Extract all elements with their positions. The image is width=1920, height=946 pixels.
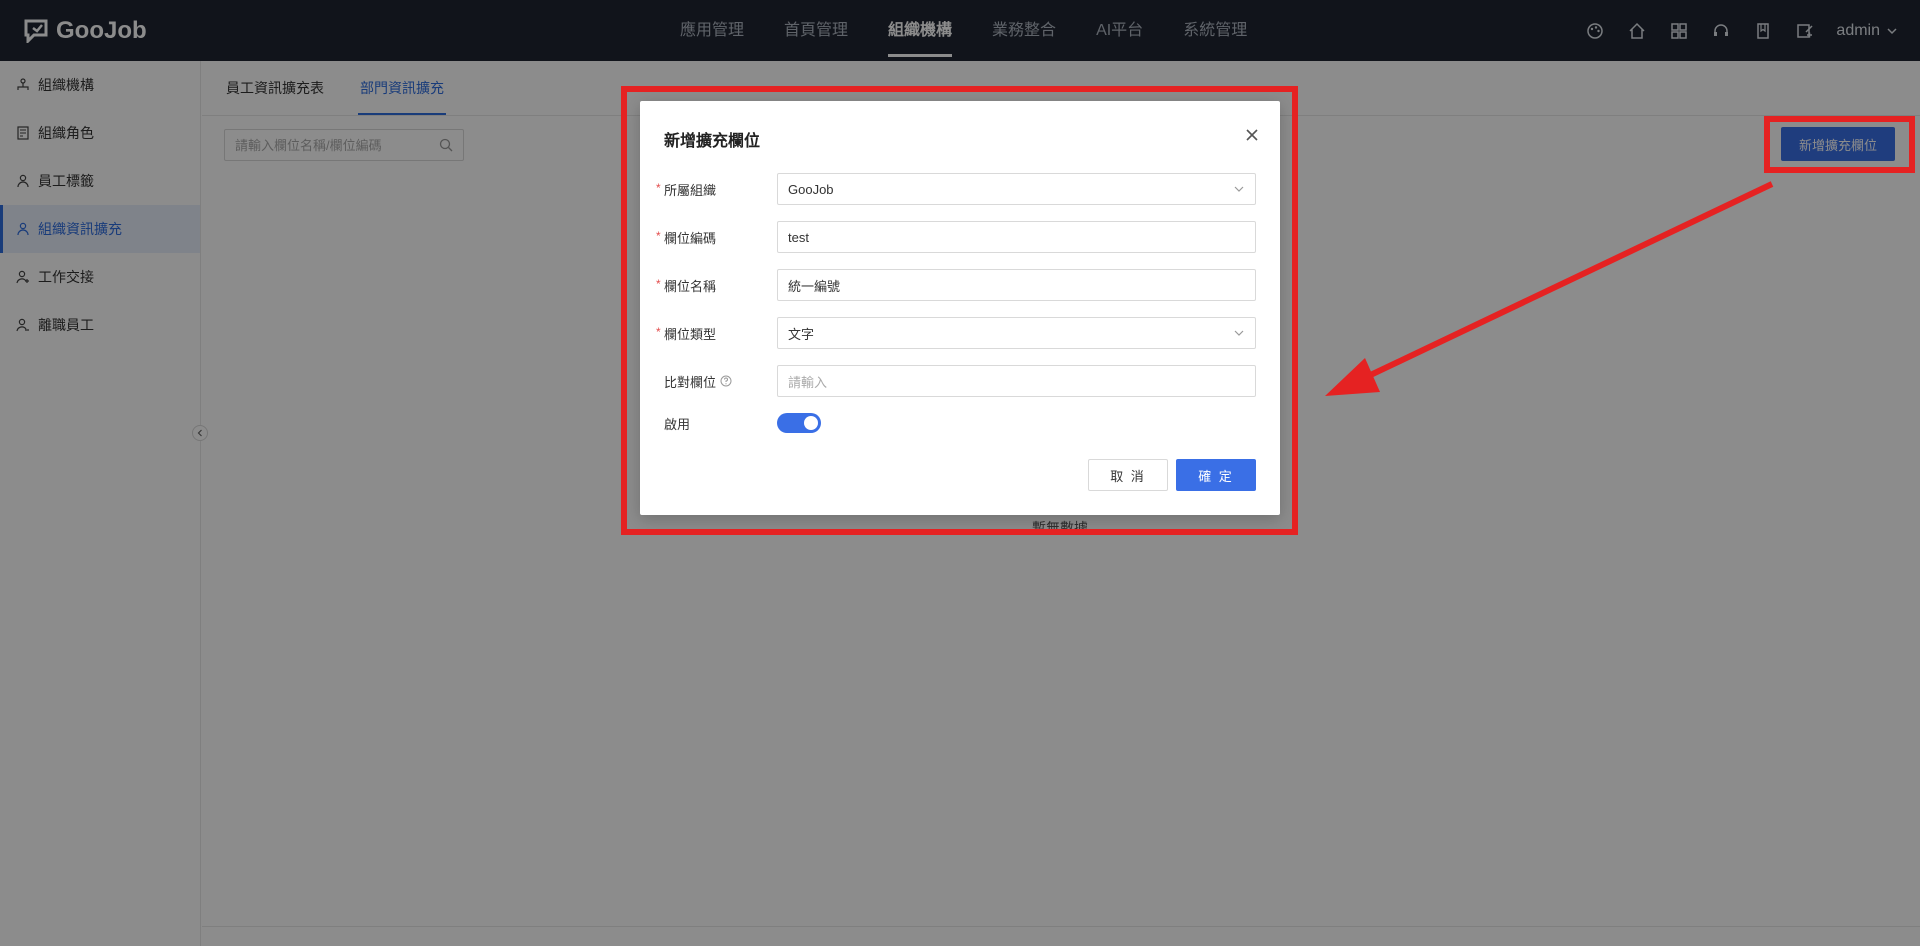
annotation-box-dialog (621, 86, 1298, 535)
annotation-box-add-button (1764, 116, 1915, 173)
